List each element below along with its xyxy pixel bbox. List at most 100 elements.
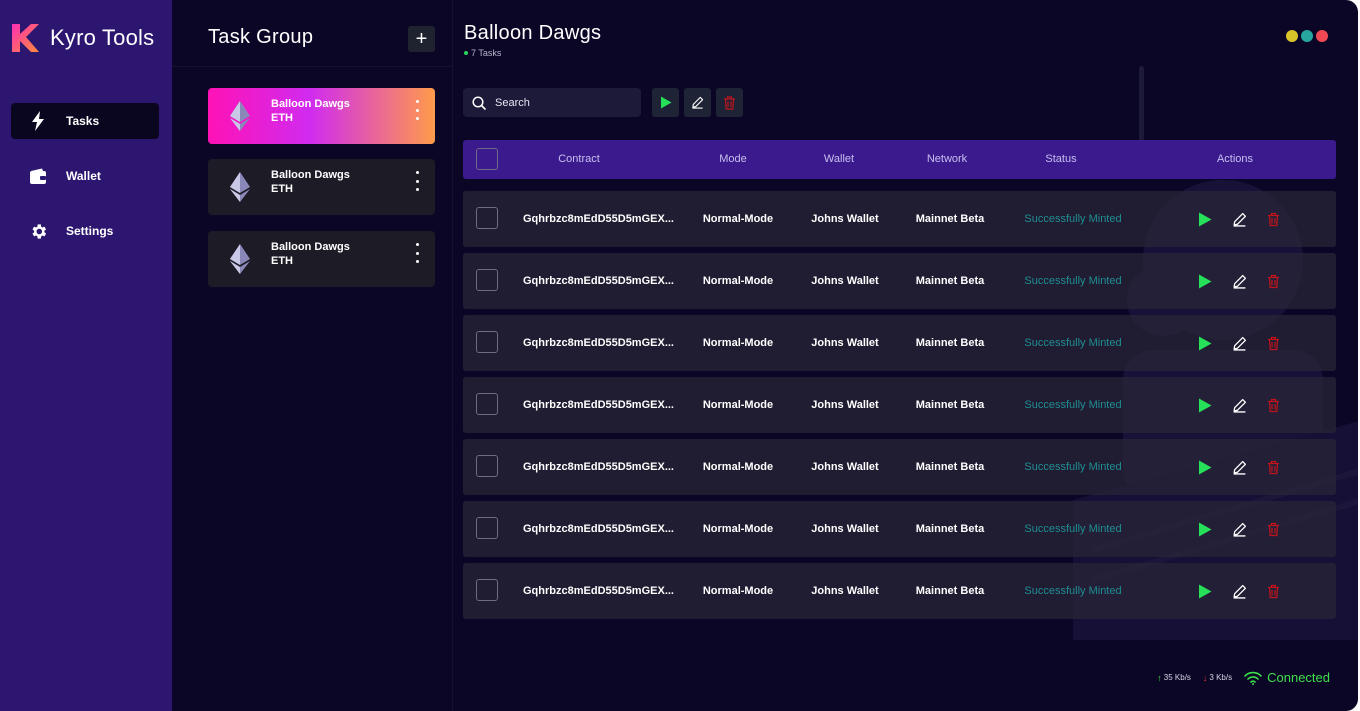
more-options-icon[interactable] — [413, 100, 421, 120]
play-icon — [1199, 522, 1212, 536]
task-group-chain: ETH — [271, 112, 293, 124]
trash-icon — [1267, 212, 1279, 226]
delete-task-button[interactable] — [1262, 518, 1284, 540]
table-row[interactable]: Gqhrbzc8mEdD55D5mGEX... Normal-Mode Johns … — [463, 439, 1336, 495]
column-header-contract[interactable]: Contract — [558, 153, 600, 165]
window-dot-yellow[interactable] — [1286, 30, 1298, 42]
task-group-card[interactable]: Balloon Dawgs ETH — [208, 231, 435, 287]
gear-icon — [26, 219, 50, 243]
column-header-wallet[interactable]: Wallet — [824, 153, 854, 165]
search-icon — [472, 95, 486, 110]
row-checkbox[interactable] — [476, 331, 498, 353]
start-task-button[interactable] — [1194, 270, 1216, 292]
sidebar-item-tasks[interactable]: Tasks — [11, 103, 159, 139]
select-all-checkbox[interactable] — [476, 148, 498, 170]
start-task-button[interactable] — [1194, 518, 1216, 540]
pencil-icon — [1233, 212, 1246, 227]
scrollbar[interactable] — [1139, 66, 1144, 141]
start-task-button[interactable] — [1194, 332, 1216, 354]
sidebar-item-label: Tasks — [66, 114, 100, 128]
status-dot-icon — [464, 51, 468, 55]
cell-contract: Gqhrbzc8mEdD55D5mGEX... — [523, 585, 674, 597]
sidebar-item-wallet[interactable]: Wallet — [11, 158, 159, 194]
more-options-icon[interactable] — [413, 243, 421, 263]
cell-status: Successfully Minted — [1024, 275, 1122, 287]
wallet-icon — [26, 164, 50, 188]
delete-task-button[interactable] — [1262, 208, 1284, 230]
row-checkbox[interactable] — [476, 269, 498, 291]
task-group-name: Balloon Dawgs — [271, 169, 350, 181]
add-task-group-button[interactable]: + — [408, 26, 435, 52]
edit-task-button[interactable] — [1228, 518, 1250, 540]
delete-task-button[interactable] — [1262, 332, 1284, 354]
start-task-button[interactable] — [1194, 456, 1216, 478]
column-header-mode[interactable]: Mode — [719, 153, 747, 165]
delete-task-button[interactable] — [1262, 580, 1284, 602]
start-task-button[interactable] — [1194, 580, 1216, 602]
row-checkbox[interactable] — [476, 393, 498, 415]
row-checkbox[interactable] — [476, 207, 498, 229]
task-group-card[interactable]: Balloon Dawgs ETH — [208, 159, 435, 215]
download-speed: ↓ 3 Kb/s — [1203, 673, 1232, 683]
pencil-icon — [1233, 584, 1246, 599]
cell-mode: Normal-Mode — [702, 213, 774, 225]
task-group-name: Balloon Dawgs — [271, 241, 350, 253]
cell-network: Mainnet Beta — [915, 275, 985, 287]
cell-mode: Normal-Mode — [702, 523, 774, 535]
table-header: Contract Mode Wallet Network Status Acti… — [463, 140, 1336, 179]
more-options-icon[interactable] — [413, 171, 421, 191]
start-all-button[interactable] — [652, 88, 679, 117]
cell-network: Mainnet Beta — [915, 585, 985, 597]
kyro-logo-icon — [12, 24, 39, 52]
edit-all-button[interactable] — [684, 88, 711, 117]
divider — [172, 66, 453, 67]
edit-task-button[interactable] — [1228, 270, 1250, 292]
app-name: Kyro Tools — [50, 25, 155, 50]
cell-contract: Gqhrbzc8mEdD55D5mGEX... — [523, 275, 674, 287]
arrow-up-icon: ↑ — [1157, 672, 1162, 683]
search-box[interactable] — [463, 88, 641, 117]
edit-task-button[interactable] — [1228, 208, 1250, 230]
sidebar-item-settings[interactable]: Settings — [11, 213, 159, 249]
task-group-card[interactable]: Balloon Dawgs ETH — [208, 88, 435, 144]
upload-speed: ↑ 35 Kb/s — [1157, 673, 1191, 683]
cell-network: Mainnet Beta — [915, 213, 985, 225]
row-checkbox[interactable] — [476, 455, 498, 477]
column-header-network[interactable]: Network — [927, 153, 967, 165]
table-row[interactable]: Gqhrbzc8mEdD55D5mGEX... Normal-Mode Johns … — [463, 253, 1336, 309]
play-icon — [1199, 460, 1212, 474]
cell-status: Successfully Minted — [1024, 213, 1122, 225]
play-icon — [1199, 336, 1212, 350]
task-group-panel: Task Group + Balloon Dawgs ETH Balloon D… — [172, 0, 453, 711]
edit-task-button[interactable] — [1228, 456, 1250, 478]
column-header-status[interactable]: Status — [1045, 153, 1076, 165]
task-count-label: 7 Tasks — [471, 48, 502, 58]
edit-task-button[interactable] — [1228, 394, 1250, 416]
start-task-button[interactable] — [1194, 394, 1216, 416]
cell-wallet: Johns Wallet — [811, 213, 879, 225]
table-row[interactable]: Gqhrbzc8mEdD55D5mGEX... Normal-Mode Johns … — [463, 563, 1336, 619]
delete-task-button[interactable] — [1262, 456, 1284, 478]
connection-status: Connected — [1244, 670, 1330, 685]
delete-task-button[interactable] — [1262, 394, 1284, 416]
column-header-actions: Actions — [1216, 153, 1254, 165]
edit-task-button[interactable] — [1228, 580, 1250, 602]
page-title: Balloon Dawgs — [464, 22, 602, 44]
cell-contract: Gqhrbzc8mEdD55D5mGEX... — [523, 399, 674, 411]
search-input[interactable] — [495, 96, 635, 109]
table-row[interactable]: Gqhrbzc8mEdD55D5mGEX... Normal-Mode Johns … — [463, 501, 1336, 557]
edit-task-button[interactable] — [1228, 332, 1250, 354]
ethereum-icon — [230, 172, 250, 202]
row-checkbox[interactable] — [476, 517, 498, 539]
cell-wallet: Johns Wallet — [811, 585, 879, 597]
window-dot-teal[interactable] — [1301, 30, 1313, 42]
table-row[interactable]: Gqhrbzc8mEdD55D5mGEX... Normal-Mode Johns … — [463, 191, 1336, 247]
table-row[interactable]: Gqhrbzc8mEdD55D5mGEX... Normal-Mode Johns … — [463, 315, 1336, 371]
start-task-button[interactable] — [1194, 208, 1216, 230]
delete-all-button[interactable] — [716, 88, 743, 117]
table-row[interactable]: Gqhrbzc8mEdD55D5mGEX... Normal-Mode Johns … — [463, 377, 1336, 433]
trash-icon — [1267, 584, 1279, 598]
row-checkbox[interactable] — [476, 579, 498, 601]
delete-task-button[interactable] — [1262, 270, 1284, 292]
window-dot-red[interactable] — [1316, 30, 1328, 42]
